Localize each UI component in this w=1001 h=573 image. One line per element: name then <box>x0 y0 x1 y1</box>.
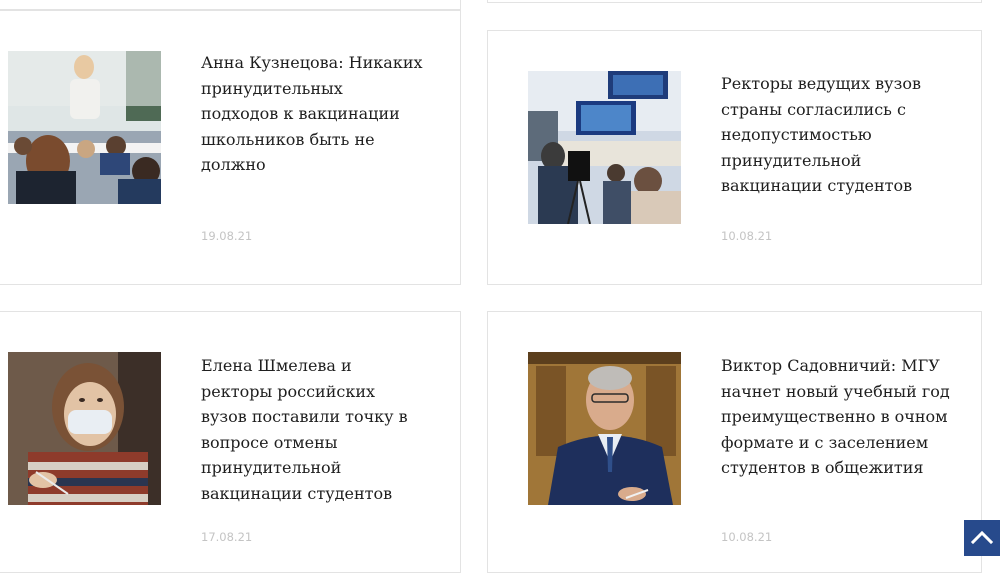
rector-portrait-photo <box>528 352 681 505</box>
news-title[interactable]: Елена Шмелева и ректоры российских вузов… <box>201 353 423 506</box>
news-thumbnail[interactable] <box>528 71 681 224</box>
conference-room-photo <box>528 71 681 224</box>
news-card-partial-left <box>0 0 461 10</box>
masked-student-photo <box>8 352 161 505</box>
news-thumbnail[interactable] <box>8 51 161 204</box>
news-title[interactable]: Ректоры ведущих вузов страны согласились… <box>721 71 951 199</box>
news-card[interactable]: Виктор Садовничий: МГУ начнет новый учеб… <box>487 311 982 573</box>
news-title[interactable]: Виктор Садовничий: МГУ начнет новый учеб… <box>721 353 953 481</box>
news-card-partial-right <box>487 0 982 3</box>
news-date: 19.08.21 <box>201 229 253 243</box>
news-card[interactable]: Ректоры ведущих вузов страны согласились… <box>487 30 982 285</box>
news-card[interactable]: Елена Шмелева и ректоры российских вузов… <box>0 311 461 573</box>
news-date: 17.08.21 <box>201 530 253 544</box>
chevron-up-icon <box>970 530 994 545</box>
news-date: 10.08.21 <box>721 229 773 243</box>
news-title[interactable]: Анна Кузнецова: Никаких принудительных п… <box>201 50 423 178</box>
news-date: 10.08.21 <box>721 530 773 544</box>
classroom-photo <box>8 51 161 204</box>
news-card[interactable]: Анна Кузнецова: Никаких принудительных п… <box>0 10 461 285</box>
news-thumbnail[interactable] <box>528 352 681 505</box>
scroll-to-top-button[interactable] <box>964 520 1000 556</box>
news-thumbnail[interactable] <box>8 352 161 505</box>
